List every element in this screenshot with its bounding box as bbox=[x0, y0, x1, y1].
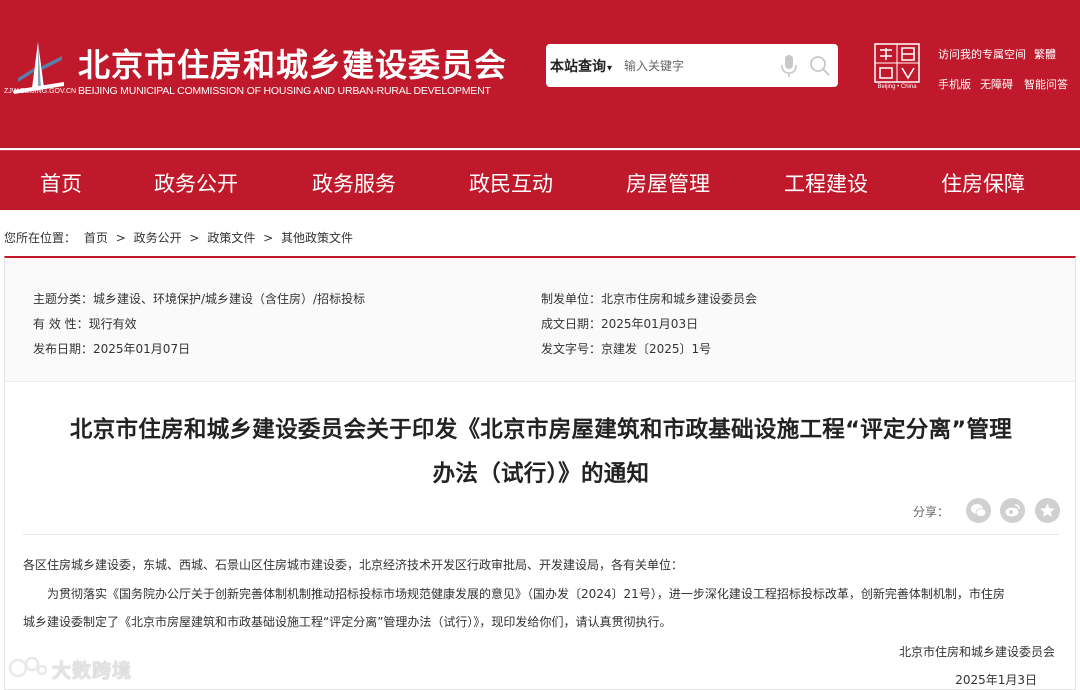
document-title-line: 北京市住房和城乡建设委员会关于印发《北京市房屋建筑和市政基础设施工程“评定分离”… bbox=[69, 417, 1013, 443]
meta-topic: 主题分类：城乡建设、环境保护/城乡建设（含住房）/招标投标 bbox=[33, 292, 366, 306]
nav-item-housing-security[interactable]: 住房保障 bbox=[941, 168, 1025, 198]
traditional-chinese-link[interactable]: 繁體 bbox=[1034, 46, 1056, 62]
nav-item-interaction[interactable]: 政民互动 bbox=[469, 168, 553, 198]
site-subtitle: BEIJING MUNICIPAL COMMISSION OF HOUSING … bbox=[78, 85, 491, 97]
nav-item-housing-management[interactable]: 房屋管理 bbox=[626, 168, 710, 198]
capital-badge[interactable]: Beijing • China bbox=[872, 42, 922, 96]
breadcrumb-prefix: 您所在位置： bbox=[4, 231, 77, 245]
accessibility-link[interactable]: 无障碍 bbox=[980, 76, 1013, 92]
document-paragraph-line: 城乡建设委制定了《北京市房屋建筑和市政基础设施工程“评定分离”管理办法（试行）》… bbox=[23, 615, 672, 629]
watermark-logo-icon bbox=[8, 656, 48, 678]
smart-qa-link[interactable]: 智能问答 bbox=[1024, 76, 1068, 92]
document-title-line: 办法（试行）》的通知 bbox=[432, 461, 650, 487]
document-sign-date: 2025年1月3日 bbox=[955, 673, 1037, 687]
meta-created-date: 成文日期：2025年01月03日 bbox=[541, 317, 699, 331]
breadcrumb-separator: > bbox=[263, 231, 274, 245]
mobile-version-link[interactable]: 手机版 bbox=[938, 76, 971, 92]
search-icon[interactable] bbox=[809, 55, 831, 77]
site-header: ZJW.BEIJING.GOV.CN 北京市住房和城乡建设委员会 BEIJING… bbox=[0, 0, 1080, 148]
wechat-share-icon[interactable] bbox=[966, 498, 991, 523]
meta-doc-number: 发文字号：京建发〔2025〕1号 bbox=[541, 342, 712, 356]
divider bbox=[23, 534, 1059, 535]
document-metadata: 主题分类：城乡建设、环境保护/城乡建设（含住房）/招标投标 有 效 性：现行有效… bbox=[5, 258, 1075, 382]
breadcrumb-item-policy-docs[interactable]: 政策文件 bbox=[207, 231, 255, 245]
main-nav: 首页 政务公开 政务服务 政民互动 房屋管理 工程建设 住房保障 bbox=[0, 150, 1080, 210]
watermark: 大数跨境 bbox=[8, 654, 131, 684]
nav-item-gov-affairs-open[interactable]: 政务公开 bbox=[154, 168, 238, 198]
chevron-down-icon: ▾ bbox=[607, 63, 613, 74]
breadcrumb: 您所在位置： 首页 > 政务公开 > 政策文件 > 其他政策文件 bbox=[4, 229, 357, 246]
meta-issuer: 制发单位：北京市住房和城乡建设委员会 bbox=[541, 292, 758, 306]
search-scope-label: 本站查询 bbox=[550, 59, 606, 75]
document-paragraph-line: 为贯彻落实《国务院办公厅关于创新完善体制机制推动招标投标市场规范健康发展的意见》… bbox=[47, 587, 1005, 601]
personal-space-link[interactable]: 访问我的专属空间 bbox=[938, 46, 1026, 62]
capital-seal-icon bbox=[874, 43, 920, 83]
nav-item-construction[interactable]: 工程建设 bbox=[784, 168, 868, 198]
favorite-star-icon[interactable] bbox=[1035, 498, 1060, 523]
logo-url-text: ZJW.BEIJING.GOV.CN bbox=[4, 88, 77, 95]
breadcrumb-item-home[interactable]: 首页 bbox=[84, 231, 108, 245]
breadcrumb-item-other-policy-docs[interactable]: 其他政策文件 bbox=[281, 231, 353, 245]
share-label: 分享： bbox=[913, 505, 950, 519]
site-title[interactable]: 北京市住房和城乡建设委员会 bbox=[78, 40, 507, 86]
document-signature: 北京市住房和城乡建设委员会 bbox=[898, 645, 1055, 659]
capital-badge-text: Beijing • China bbox=[877, 84, 917, 90]
watermark-text: 大数跨境 bbox=[52, 660, 133, 682]
article-panel: 主题分类：城乡建设、环境保护/城乡建设（含住房）/招标投标 有 效 性：现行有效… bbox=[4, 256, 1076, 690]
search-scope-dropdown[interactable]: 本站查询▾ bbox=[550, 56, 612, 76]
nav-item-gov-services[interactable]: 政务服务 bbox=[312, 168, 396, 198]
breadcrumb-item-gov-affairs[interactable]: 政务公开 bbox=[134, 231, 182, 245]
document-title: 北京市住房和城乡建设委员会关于印发《北京市房屋建筑和市政基础设施工程“评定分离”… bbox=[5, 408, 1077, 496]
meta-validity: 有 效 性：现行有效 bbox=[33, 317, 137, 331]
breadcrumb-separator: > bbox=[189, 231, 200, 245]
meta-publish-date: 发布日期：2025年01月07日 bbox=[33, 342, 191, 356]
search-input[interactable] bbox=[624, 55, 774, 77]
search-box: 本站查询▾ bbox=[546, 44, 838, 87]
microphone-icon[interactable] bbox=[780, 54, 798, 78]
weibo-share-icon[interactable] bbox=[1000, 498, 1025, 523]
breadcrumb-separator: > bbox=[115, 231, 126, 245]
document-addressee: 各区住房城乡建设委，东城、西城、石景山区住房城市建设委，北京经济技术开发区行政审… bbox=[23, 558, 684, 572]
nav-item-home[interactable]: 首页 bbox=[40, 168, 82, 198]
